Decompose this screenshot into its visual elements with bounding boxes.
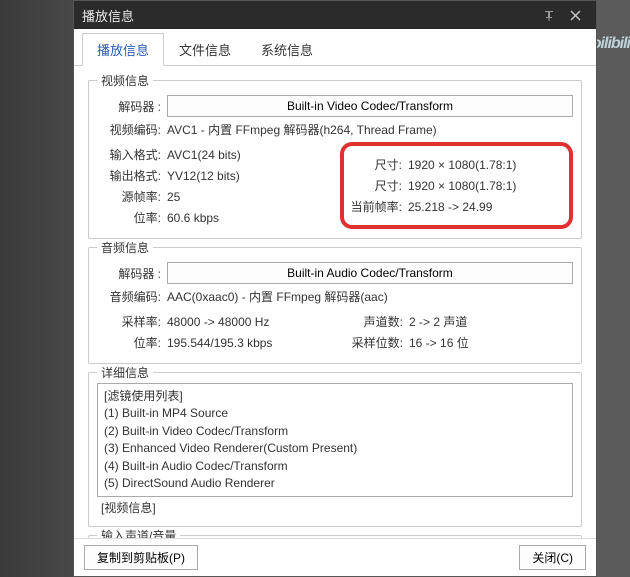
list-item: (2) Built-in Video Codec/Transform [104,423,566,440]
size2-label: 尺寸: [344,177,408,194]
tab-playback-info[interactable]: 播放信息 [82,33,164,66]
video-decoder-label: 解码器 : [97,98,167,115]
content-area[interactable]: 视频信息 解码器 : Built-in Video Codec/Transfor… [74,66,596,538]
current-fps-label: 当前帧率: [344,198,408,215]
size1-label: 尺寸: [344,156,408,173]
filter-list-header: [滤镜使用列表] [104,388,566,405]
titlebar: 播放信息 [74,1,596,29]
audio-decoder-label: 解码器 : [97,265,167,282]
video-decoder-button[interactable]: Built-in Video Codec/Transform [167,95,573,117]
video-bitrate-value: 60.6 kbps [167,211,219,225]
channel-group-title: 输入声道/音量 [97,527,180,538]
output-format-label: 输出格式: [97,167,167,184]
list-item: (5) DirectSound Audio Renderer [104,475,566,492]
close-button[interactable]: 关闭(C) [519,545,586,570]
close-icon[interactable] [562,4,588,26]
audio-codec-label: 音频编码: [97,288,167,305]
source-fps-value: 25 [167,190,180,204]
channel-group: 输入声道/音量 [88,535,582,538]
output-format-value: YV12(12 bits) [167,169,240,183]
channels-value: 2 -> 2 声道 [409,313,467,330]
size2-value: 1920 × 1080(1.78:1) [408,179,516,193]
audio-bitrate-value: 195.544/195.3 kbps [167,336,272,350]
sample-rate-value: 48000 -> 48000 Hz [167,315,269,329]
video-codec-value: AVC1 - 内置 FFmpeg 解码器(h264, Thread Frame) [167,121,437,138]
sample-bits-value: 16 -> 16 位 [409,334,469,351]
highlight-box: 尺寸: 1920 × 1080(1.78:1) 尺寸: 1920 × 1080(… [340,142,573,229]
tab-bar: 播放信息 文件信息 系统信息 [74,29,596,66]
list-item: (1) Built-in MP4 Source [104,405,566,422]
video-bitrate-label: 位率: [97,209,167,226]
input-format-value: AVC1(24 bits) [167,148,241,162]
window-title: 播放信息 [82,6,134,25]
source-fps-label: 源帧率: [97,188,167,205]
current-fps-value: 25.218 -> 24.99 [408,200,492,214]
video-codec-label: 视频编码: [97,121,167,138]
video-group-title: 视频信息 [97,72,153,89]
detail-group-title: 详细信息 [97,364,153,381]
video-info-group: 视频信息 解码器 : Built-in Video Codec/Transfor… [88,80,582,239]
sample-bits-label: 采样位数: [345,334,409,351]
audio-bitrate-label: 位率: [97,334,167,351]
pin-icon[interactable] [536,4,562,26]
dialog-footer: 复制到剪贴板(P) 关闭(C) [74,538,596,576]
background-watermark: ɔilibili [593,35,630,53]
input-format-label: 输入格式: [97,146,167,163]
list-item: (4) Built-in Audio Codec/Transform [104,458,566,475]
list-item: (3) Enhanced Video Renderer(Custom Prese… [104,440,566,457]
audio-group-title: 音频信息 [97,239,153,256]
detail-info-group: 详细信息 [滤镜使用列表] (1) Built-in MP4 Source (2… [88,372,582,527]
audio-info-group: 音频信息 解码器 : Built-in Audio Codec/Transfor… [88,247,582,364]
filter-listbox[interactable]: [滤镜使用列表] (1) Built-in MP4 Source (2) Bui… [97,383,573,497]
sample-rate-label: 采样率: [97,313,167,330]
playback-info-dialog: 播放信息 播放信息 文件信息 系统信息 视频信息 解码器 : Built-in … [73,0,597,577]
tab-system-info[interactable]: 系统信息 [246,33,328,66]
truncated-label: [视频信息] [101,499,569,516]
audio-codec-value: AAC(0xaac0) - 内置 FFmpeg 解码器(aac) [167,288,388,305]
channels-label: 声道数: [345,313,409,330]
size1-value: 1920 × 1080(1.78:1) [408,158,516,172]
tab-file-info[interactable]: 文件信息 [164,33,246,66]
audio-decoder-button[interactable]: Built-in Audio Codec/Transform [167,262,573,284]
copy-clipboard-button[interactable]: 复制到剪贴板(P) [84,545,198,570]
